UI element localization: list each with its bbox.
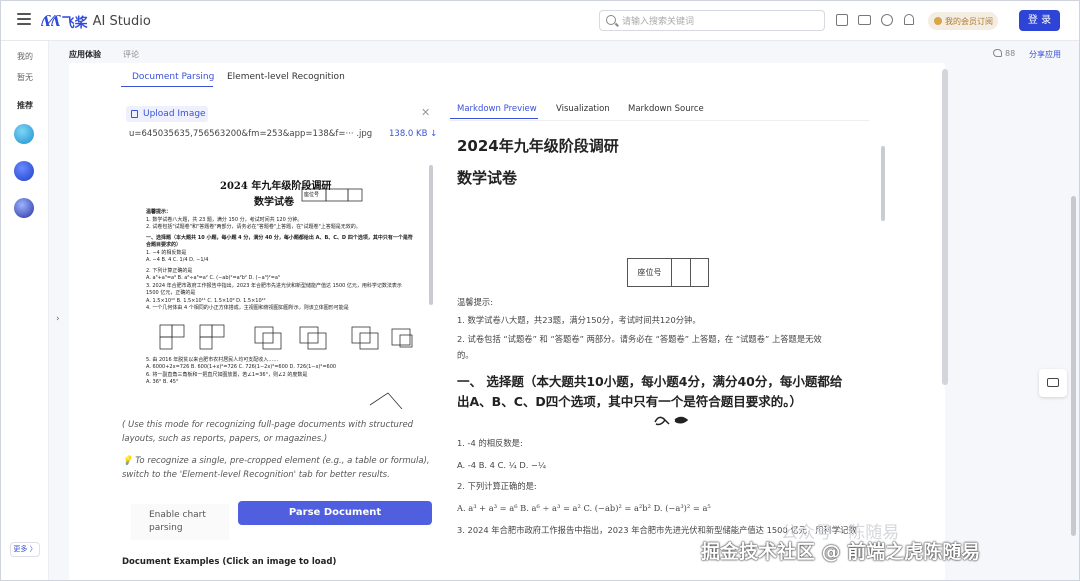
close-icon[interactable]: ✕ <box>421 106 430 119</box>
logo-text-cn: 飞桨 <box>61 15 88 31</box>
like-button[interactable]: 88 <box>993 49 1015 58</box>
left-sidebar: 我的 暂无 推荐 更多 〉 <box>1 41 49 580</box>
search-placeholder: 请输入搜索关键词 <box>622 17 695 27</box>
document-examples-heading: Document Examples (Click an image to loa… <box>122 557 337 567</box>
preview-section-1b: 出A、B、C、D四个选项，其中只有一个是符合题目要求的。） <box>457 394 803 409</box>
thumb-body: 温馨提示： 1. 数学试卷八大题，共 23 题，满分 150 分，考试时间共 1… <box>146 209 416 387</box>
hamburger-menu-icon[interactable] <box>17 13 31 25</box>
sidebar-recommend: 推荐 <box>17 101 33 110</box>
markdown-preview: 2024年九年级阶段调研 数学试卷 座位号 温馨提示: 1. 数学试卷八大题，共… <box>457 130 872 538</box>
share-app-link[interactable]: 分享应用 <box>1029 49 1061 60</box>
sidebar-more-button[interactable]: 更多 〉 <box>10 542 40 557</box>
enable-chart-parsing-toggle[interactable]: Enable chart parsing <box>131 504 229 540</box>
preview-subtitle: 数学试卷 <box>457 169 518 187</box>
image-scrollbar[interactable] <box>429 165 433 305</box>
note-full-page: ( Use this mode for recognizing full-pag… <box>122 420 414 444</box>
search-input[interactable]: 请输入搜索关键词 <box>599 10 825 31</box>
file-size-download-link[interactable]: 138.0 KB ↓ <box>389 129 437 139</box>
preview-q2: 2. 下列计算正确的是: <box>457 481 537 491</box>
tab-app-experience[interactable]: 应用体验 <box>69 49 101 60</box>
upload-image-button[interactable]: Upload Image <box>126 106 208 122</box>
thumb-seat: 座位号 <box>304 192 320 198</box>
seat-label: 座位号 <box>628 259 672 286</box>
tab-comments[interactable]: 评论 <box>123 49 139 60</box>
preview-q1: 1. -4 的相反数是: <box>457 438 523 448</box>
preview-scrollbar[interactable] <box>881 146 885 221</box>
login-button[interactable]: 登 录 <box>1019 10 1060 31</box>
preview-tab-indicator <box>450 118 538 119</box>
note-element-tip: 💡 To recognize a single, pre-cropped ele… <box>122 456 430 480</box>
sidebar-app-2-icon[interactable] <box>14 161 34 181</box>
thumb-tip1: 1. 数学试卷八大题，共 23 题，满分 150 分，考试时间共 120 分钟。 <box>146 216 303 223</box>
collapse-toggle-icon[interactable]: › <box>56 314 60 324</box>
feedback-button[interactable] <box>1039 369 1067 397</box>
sidebar-app-3-icon[interactable] <box>14 198 34 218</box>
chat-icon <box>1047 378 1059 387</box>
tab-markdown-source[interactable]: Markdown Source <box>628 104 704 114</box>
help-icon[interactable] <box>881 14 893 26</box>
thumb-q4: 4. 一个几何体由 4 个相同的小正方体搭成，主视图和俯视图如图所示，则该立体图… <box>146 305 349 311</box>
preview-tip2a: 2. 试卷包括 “试题卷” 和 “答题卷” 两部分。请务必在 “答题卷” 上答题… <box>457 334 822 344</box>
sidebar-app-1-icon[interactable] <box>14 124 34 144</box>
thumb-q1-options: A. −4 B. 4 C. 1/4 D. −1/4 <box>146 257 209 263</box>
thumb-subtitle: 数学试卷 <box>254 197 294 208</box>
thumb-sec1: 一、选择题（本大题共 10 小题，每小题 4 分，满分 40 分，每小题都给出 … <box>146 234 413 249</box>
panel-scrollbar[interactable] <box>942 69 948 385</box>
fullscreen-icon[interactable] <box>836 14 848 26</box>
thumb-tip2: 2. 试卷包括"试题卷"和"答题卷"两部分，请务必在"答题卷"上答题，在"试题卷… <box>146 224 361 230</box>
thumb-q2-options: A. a³+a³=a⁶ B. a⁶÷a³=a² C. (−ab)²=a²b² D… <box>146 275 280 281</box>
thumb-tips-head: 温馨提示： <box>146 209 172 215</box>
seat-cell <box>672 259 691 286</box>
parse-document-button[interactable]: Parse Document <box>238 501 432 525</box>
site-logo[interactable]: ʎ⁄ʎ 飞桨 AI Studio <box>41 11 151 31</box>
thumb-q3-options: A. 1.5×10¹⁰ B. 1.5×10¹¹ C. 1.5×10⁹ D. 1.… <box>146 297 266 304</box>
uploaded-image-preview: 2024 年九年级阶段调研 数学试卷 座位号 温馨提示： 1. 数学试卷八大题，… <box>130 165 431 409</box>
seat-cell <box>691 259 708 286</box>
monitor-icon[interactable] <box>858 15 871 25</box>
thumb-q5: 5. 由 2016 年脱贫以来合肥市农村居民人均可支配收入…… <box>146 356 279 363</box>
thumb-q1: 1. −4 的相反数是 <box>146 249 187 256</box>
tab-element-recognition[interactable]: Element-level Recognition <box>227 72 345 82</box>
tab-visualization[interactable]: Visualization <box>556 104 610 114</box>
preview-tip1: 1. 数学试卷八大题，共23题，满分150分，考试时间共120分钟。 <box>457 315 701 325</box>
heart-icon <box>993 49 1002 57</box>
main-panel: Document Parsing Element-level Recogniti… <box>69 63 945 580</box>
top-bar: ʎ⁄ʎ 飞桨 AI Studio 请输入搜索关键词 我的会员订阅 登 录 <box>1 1 1079 41</box>
sidebar-none: 暂无 <box>17 73 33 82</box>
crown-icon <box>934 17 942 25</box>
handwriting-image <box>654 416 689 426</box>
search-icon <box>606 15 616 25</box>
page-scrollbar[interactable] <box>1071 196 1076 536</box>
bell-icon[interactable] <box>904 14 914 25</box>
logo-text-en: AI Studio <box>92 13 151 29</box>
mode-note: ( Use this mode for recognizing full-pag… <box>122 418 442 482</box>
preview-tip2b: 的。 <box>457 350 474 360</box>
seat-number-table: 座位号 <box>627 258 709 287</box>
thumb-q6-options: A. 36° B. 45° <box>146 379 179 385</box>
sidebar-mine[interactable]: 我的 <box>1 51 49 62</box>
watermark: 掘金技术社区 @ 前端之虎陈随易 <box>701 541 981 563</box>
tab-divider <box>449 120 869 121</box>
thumb-title: 2024 年九年级阶段调研 <box>220 181 332 192</box>
like-count: 88 <box>1005 49 1016 58</box>
preview-tips-head: 温馨提示: <box>457 297 493 307</box>
app-window: ʎ⁄ʎ 飞桨 AI Studio 请输入搜索关键词 我的会员订阅 登 录 我的 … <box>0 0 1080 581</box>
mode-tab-indicator <box>121 86 213 87</box>
thumb-q3: 3. 2024 年合肥市政府工作报告中指出，2023 年合肥市先进光伏和新型储能… <box>146 282 402 297</box>
preview-q1-options: A. -4 B. 4 C. ¼ D. −¼ <box>457 460 547 470</box>
file-name: u=645035635,756563200&fm=253&app=138&f=·… <box>129 129 373 139</box>
file-icon <box>131 110 138 118</box>
thumb-q2: 2. 下列计算正确的是 <box>146 267 193 274</box>
upload-image-label: Upload Image <box>143 109 206 119</box>
tab-document-parsing[interactable]: Document Parsing <box>132 72 214 82</box>
thumb-q6: 6. 将一副直角三角板和一把直尺如图放置，若∠1=36°，则∠2 的度数是 <box>146 371 308 378</box>
vip-label: 我的会员订阅 <box>945 16 993 26</box>
thumb-q5-options: A. 6000+2x=726 B. 600(1+x)²=726 C. 726(1… <box>146 364 337 370</box>
preview-title: 2024年九年级阶段调研 <box>457 137 619 155</box>
logo-mark: ʎ⁄ʎ <box>41 12 61 30</box>
tab-markdown-preview[interactable]: Markdown Preview <box>457 104 537 114</box>
vip-subscription-button[interactable]: 我的会员订阅 <box>928 12 998 30</box>
preview-section-1a: 一、 选择题（本大题共10小题，每小题4分，满分40分，每小题都给 <box>457 374 843 389</box>
preview-q2-options: A. a³ + a³ = a⁶ B. a⁶ ÷ a³ = a² C. (−ab)… <box>457 503 711 513</box>
